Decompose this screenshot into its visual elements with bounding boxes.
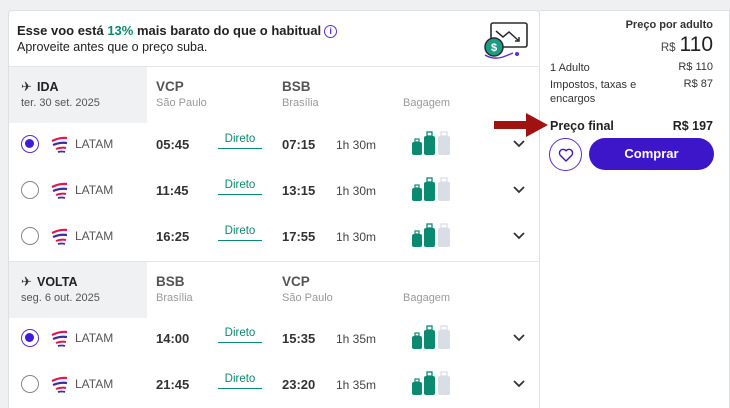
flight-row[interactable]: LATAM 14:00 Direto 15:35 1h 35m — [9, 317, 539, 363]
baggage-icons — [412, 131, 450, 155]
price-summary-card: Preço por adulto R$ 110 1 Adulto R$ 110 I… — [540, 10, 730, 408]
leg-header-outbound: ✈ IDA ter. 30 set. 2025 VCP São Paulo BS… — [9, 67, 539, 123]
taxes-value: R$ 87 — [683, 78, 713, 90]
annotation-arrow-icon — [494, 113, 548, 137]
latam-logo-icon — [51, 376, 68, 393]
leg-date: ter. 30 set. 2025 — [21, 97, 100, 109]
chevron-down-icon[interactable] — [511, 329, 527, 345]
flight-row[interactable]: LATAM 21:45 Direto 23:20 1h 35m — [9, 363, 539, 408]
origin-city: São Paulo — [156, 97, 207, 109]
flight-duration: 1h 30m — [336, 230, 377, 244]
latam-logo-icon — [51, 228, 68, 245]
direct-badge: Direto — [218, 373, 262, 389]
flight-row[interactable]: LATAM 05:45 Direto 07:15 1h 30m — [9, 123, 539, 169]
adults-value: R$ 110 — [678, 61, 713, 73]
origin-code: VCP — [156, 79, 184, 94]
flight-row[interactable]: LATAM 16:25 Direto 17:55 1h 30m — [9, 215, 539, 261]
direct-badge: Direto — [218, 133, 262, 149]
price-insight-text: Esse voo está 13% mais barato do que o h… — [17, 23, 338, 38]
price-insight-banner: Esse voo está 13% mais barato do que o h… — [9, 11, 539, 67]
taxes-label: Impostos, taxas e — [550, 79, 637, 91]
origin-city: Brasília — [156, 292, 193, 304]
airline-name: LATAM — [75, 229, 114, 243]
direct-badge: Direto — [218, 225, 262, 241]
leg-tab-outbound: ✈ IDA ter. 30 set. 2025 — [9, 67, 147, 123]
departure-time: 14:00 — [156, 331, 190, 346]
departure-time: 11:45 — [156, 183, 189, 198]
price-drop-chart-icon: $ — [484, 22, 528, 59]
insight-text-b: mais barato do que o habitual — [133, 23, 322, 38]
origin-code: BSB — [156, 274, 185, 289]
baggage-label: Bagagem — [403, 292, 451, 304]
buy-button[interactable]: Comprar — [589, 138, 714, 170]
latam-logo-icon — [51, 182, 68, 199]
svg-text:$: $ — [491, 42, 497, 54]
plane-icon: ✈ — [21, 274, 32, 289]
direct-badge: Direto — [218, 327, 262, 343]
departure-time: 16:25 — [156, 229, 190, 244]
price-per-adult-value: 110 — [679, 33, 713, 56]
baggage-icons — [412, 371, 450, 395]
chevron-down-icon[interactable] — [511, 181, 527, 197]
leg-date: seg. 6 out. 2025 — [21, 292, 100, 304]
departure-time: 21:45 — [156, 377, 190, 392]
final-price-value: R$ 197 — [672, 119, 713, 133]
airline-name: LATAM — [75, 183, 114, 197]
airline-name: LATAM — [75, 377, 114, 391]
arrival-time: 15:35 — [282, 331, 316, 346]
destination-city: Brasília — [282, 97, 319, 109]
direct-badge: Direto — [218, 179, 262, 195]
adults-label: 1 Adulto — [550, 62, 590, 74]
arrival-time: 13:15 — [282, 183, 316, 198]
insight-percent: 13% — [107, 23, 134, 38]
arrival-time: 07:15 — [282, 137, 316, 152]
favorite-button[interactable] — [549, 138, 582, 171]
leg-title: IDA — [37, 80, 59, 94]
arrival-time: 23:20 — [282, 377, 316, 392]
heart-icon — [558, 148, 574, 162]
arrival-time: 17:55 — [282, 229, 316, 244]
baggage-icons — [412, 325, 450, 349]
chevron-down-icon[interactable] — [511, 375, 527, 391]
currency-symbol: R$ — [660, 42, 676, 54]
flight-list-card: Esse voo está 13% mais barato do que o h… — [8, 10, 540, 408]
destination-code: VCP — [282, 274, 310, 289]
info-icon[interactable]: i — [324, 25, 338, 38]
baggage-icons — [412, 177, 450, 201]
flight-duration: 1h 30m — [336, 138, 377, 152]
flight-duration: 1h 35m — [336, 378, 377, 392]
flight-radio[interactable] — [21, 329, 39, 347]
flight-duration: 1h 30m — [336, 184, 377, 198]
leg-tab-return: ✈ VOLTA seg. 6 out. 2025 — [9, 262, 147, 318]
price-insight-subtext: Aproveite antes que o preço suba. — [17, 40, 208, 54]
destination-city: São Paulo — [282, 292, 333, 304]
flight-row[interactable]: LATAM 11:45 Direto 13:15 1h 30m — [9, 169, 539, 215]
flight-radio[interactable] — [21, 375, 39, 393]
airline-name: LATAM — [75, 137, 114, 151]
final-price-label: Preço final — [550, 119, 614, 133]
destination-code: BSB — [282, 79, 311, 94]
latam-logo-icon — [51, 136, 68, 153]
leg-header-return: ✈ VOLTA seg. 6 out. 2025 BSB Brasília VC… — [9, 261, 539, 318]
price-per-adult-label: Preço por adulto — [625, 19, 713, 31]
flight-duration: 1h 35m — [336, 332, 377, 346]
latam-logo-icon — [51, 330, 68, 347]
flight-radio[interactable] — [21, 181, 39, 199]
flight-radio[interactable] — [21, 227, 39, 245]
airline-name: LATAM — [75, 331, 114, 345]
price-per-adult: R$ 110 — [661, 33, 713, 57]
baggage-icons — [412, 223, 450, 247]
flight-radio[interactable] — [21, 135, 39, 153]
leg-title: VOLTA — [37, 275, 78, 289]
baggage-label: Bagagem — [403, 97, 451, 109]
chevron-down-icon[interactable] — [511, 227, 527, 243]
taxes-label-cont: encargos — [550, 93, 596, 105]
plane-icon: ✈ — [21, 79, 32, 94]
departure-time: 05:45 — [156, 137, 190, 152]
insight-text-a: Esse voo está — [17, 23, 108, 38]
